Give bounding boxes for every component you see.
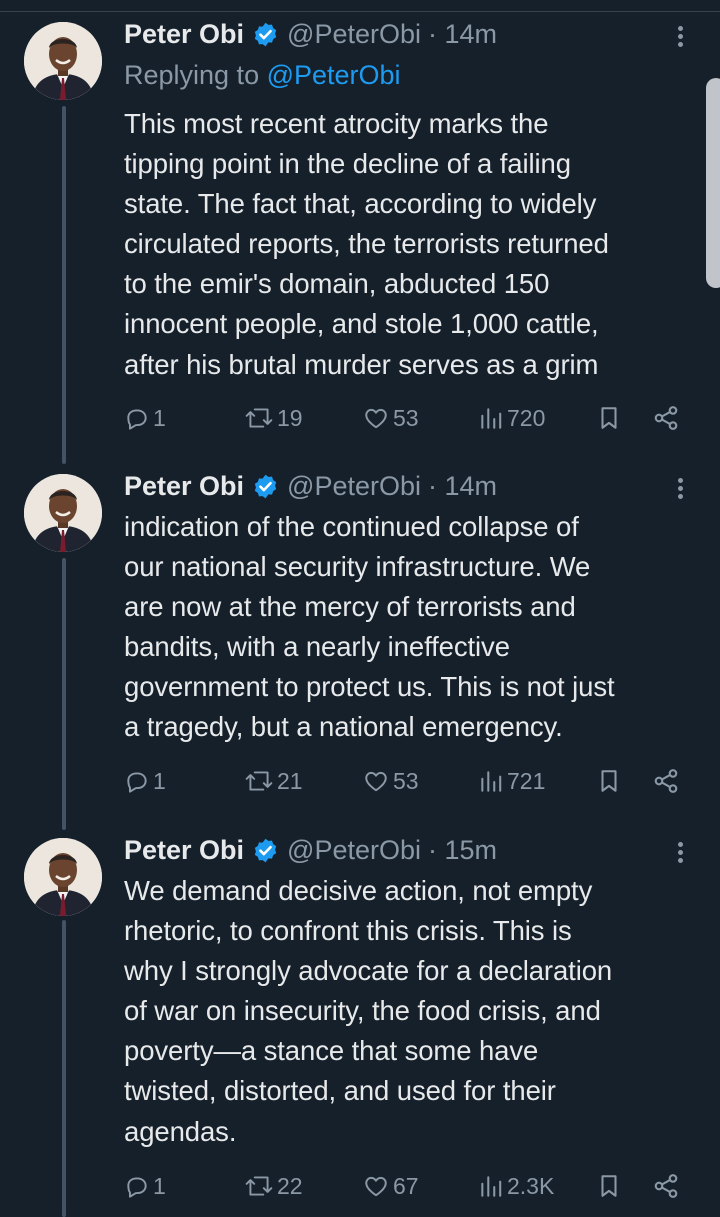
author-handle[interactable]: @PeterObi — [287, 471, 421, 502]
avatar[interactable] — [24, 22, 102, 100]
reply-button[interactable]: 1 — [124, 1166, 166, 1206]
timestamp[interactable]: · 15m — [428, 835, 497, 866]
replying-to: Replying to @PeterObi — [124, 60, 401, 90]
more-options-icon[interactable] — [668, 834, 692, 870]
share-button[interactable] — [652, 398, 680, 438]
reply-button[interactable]: 1 — [124, 761, 166, 801]
like-button[interactable]: 53 — [362, 398, 419, 438]
views-icon — [481, 1176, 502, 1197]
reply-button[interactable]: 1 — [124, 398, 166, 438]
tweet[interactable]: Peter Obi @PeterObi · 15m We demand deci… — [0, 812, 720, 1217]
scrollbar-thumb[interactable] — [706, 78, 720, 288]
reply-icon — [127, 1177, 147, 1198]
bookmark-button[interactable] — [596, 761, 622, 801]
author-name[interactable]: Peter Obi — [124, 19, 244, 50]
like-button[interactable]: 53 — [362, 761, 419, 801]
author-handle[interactable]: @PeterObi — [287, 19, 421, 50]
bookmark-icon — [601, 407, 617, 429]
repost-button[interactable]: 22 — [244, 1166, 303, 1206]
bookmark-button[interactable] — [596, 398, 622, 438]
avatar[interactable] — [24, 838, 102, 916]
tweet-actions: 1 21 53 721 — [124, 761, 694, 801]
bookmark-icon — [601, 770, 617, 792]
timestamp[interactable]: · 14m — [428, 471, 497, 502]
more-options-icon[interactable] — [668, 18, 692, 54]
reply-icon — [127, 409, 147, 430]
tweet[interactable]: Peter Obi @PeterObi · 14m indication of … — [0, 450, 720, 820]
tweet-actions: 1 22 67 2.3K — [124, 1166, 694, 1206]
like-button[interactable]: 67 — [362, 1166, 419, 1206]
bookmark-button[interactable] — [596, 1166, 622, 1206]
author-handle[interactable]: @PeterObi — [287, 835, 421, 866]
like-icon — [365, 1176, 387, 1197]
views-button[interactable]: 720 — [478, 398, 545, 438]
views-icon — [481, 408, 502, 429]
reply-icon — [127, 772, 147, 793]
repost-button[interactable]: 21 — [244, 761, 303, 801]
like-icon — [365, 408, 387, 429]
avatar[interactable] — [24, 474, 102, 552]
share-button[interactable] — [652, 761, 680, 801]
tweet-text: We demand decisive action, not empty rhe… — [124, 875, 613, 1147]
share-icon — [654, 1174, 678, 1198]
views-icon — [481, 771, 502, 792]
bookmark-icon — [601, 1175, 617, 1197]
verified-badge-icon — [254, 838, 277, 862]
share-icon — [654, 406, 678, 430]
repost-icon — [245, 1176, 273, 1196]
like-icon — [365, 771, 387, 792]
views-button[interactable]: 2.3K — [478, 1166, 554, 1206]
more-options-icon[interactable] — [668, 470, 692, 506]
tweet[interactable]: Peter Obi @PeterObi · 14m Replying to @P… — [0, 0, 720, 450]
views-button[interactable]: 721 — [478, 761, 545, 801]
verified-badge-icon — [254, 22, 277, 46]
share-button[interactable] — [652, 1166, 680, 1206]
repost-icon — [245, 408, 273, 428]
tweet-text: This most recent atrocity marks the tipp… — [124, 108, 609, 380]
repost-icon — [245, 771, 273, 791]
tweet-text: indication of the continued collapse of … — [124, 511, 615, 743]
reply-handle-link[interactable]: @PeterObi — [267, 60, 401, 90]
author-name[interactable]: Peter Obi — [124, 471, 244, 502]
timestamp[interactable]: · 14m — [428, 19, 497, 50]
verified-badge-icon — [254, 474, 277, 498]
tweet-actions: 1 19 53 720 — [124, 398, 694, 438]
repost-button[interactable]: 19 — [244, 398, 303, 438]
share-icon — [654, 769, 678, 793]
author-name[interactable]: Peter Obi — [124, 835, 244, 866]
